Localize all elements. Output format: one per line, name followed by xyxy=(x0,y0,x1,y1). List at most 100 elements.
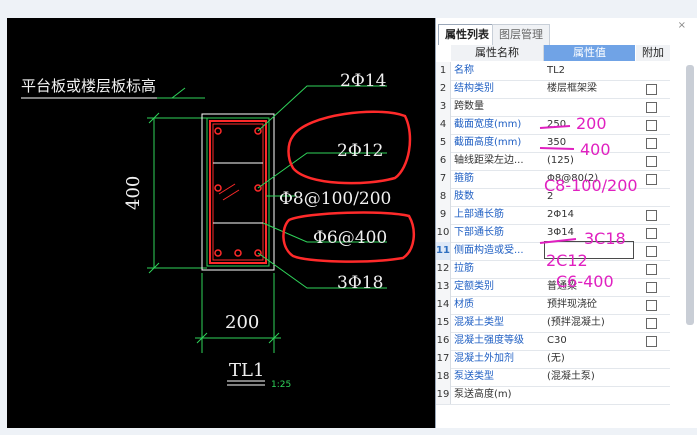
row-number: 8 xyxy=(436,188,451,206)
property-value[interactable]: 预拌现浇砼 xyxy=(547,296,633,314)
beam-name-label: TL1 xyxy=(229,360,264,381)
property-name: 材质 xyxy=(454,299,474,310)
stirrup-label: Φ8@100/200 xyxy=(279,189,391,209)
row-number: 10 xyxy=(436,224,451,242)
property-value[interactable]: (混凝土泵) xyxy=(547,368,633,386)
attach-checkbox[interactable] xyxy=(646,228,657,239)
property-name: 定额类别 xyxy=(454,281,494,292)
row-number: 16 xyxy=(436,332,451,350)
table-row[interactable]: 15 混凝土类型 (预拌混凝土) xyxy=(436,314,670,333)
row-number: 14 xyxy=(436,296,451,314)
width-dim-text: 200 xyxy=(225,312,259,333)
property-name: 混凝土类型 xyxy=(454,317,504,328)
stirrup-outer xyxy=(209,120,267,264)
row-number: 1 xyxy=(436,62,451,80)
property-name: 下部通长筋 xyxy=(454,227,504,238)
property-name: 侧面构造或受... xyxy=(454,245,524,256)
table-row[interactable]: 16 混凝土强度等级 C30 xyxy=(436,332,670,351)
attach-checkbox[interactable] xyxy=(646,102,657,113)
property-name: 上部通长筋 xyxy=(454,209,504,220)
property-name: 截面高度(mm) xyxy=(454,137,522,148)
property-name: 肢数 xyxy=(454,191,474,202)
property-name: 截面宽度(mm) xyxy=(454,119,522,130)
attach-checkbox[interactable] xyxy=(646,300,657,311)
header-attach: 附加 xyxy=(636,45,670,61)
table-row[interactable]: 19 泵送高度(m) xyxy=(436,386,670,405)
attach-checkbox[interactable] xyxy=(646,246,657,257)
stirrup-hook-2 xyxy=(222,189,240,201)
property-name: 泵送高度(m) xyxy=(454,389,512,400)
tab-property-list[interactable]: 属性列表 xyxy=(438,24,496,45)
row-number: 5 xyxy=(436,134,451,152)
property-value[interactable]: (预拌混凝土) xyxy=(547,314,633,332)
annotation-stirrup: C8-100/200 xyxy=(544,176,638,195)
slab-elev-tick xyxy=(171,87,186,99)
table-row[interactable]: 6 轴线距梁左边... (125) xyxy=(436,152,670,171)
attach-checkbox[interactable] xyxy=(646,282,657,293)
slab-elevation-label: 平台板或楼层板标高 xyxy=(21,77,156,95)
attach-checkbox[interactable] xyxy=(646,84,657,95)
property-name: 混凝土外加剂 xyxy=(454,353,514,364)
row-number: 7 xyxy=(436,170,451,188)
property-name: 泵送类型 xyxy=(454,371,494,382)
tab-layer-management[interactable]: 图层管理 xyxy=(492,24,550,45)
table-row[interactable]: 17 混凝土外加剂 (无) xyxy=(436,350,670,369)
rebar-bottom-left xyxy=(214,249,222,257)
rebar-top-left xyxy=(214,127,222,135)
attach-checkbox[interactable] xyxy=(646,318,657,329)
header-property-name: 属性名称 xyxy=(451,45,544,61)
tie-label: Φ6@400 xyxy=(313,228,387,248)
beam-cover-outline xyxy=(206,117,270,267)
annotation-tie: C6-400 xyxy=(556,272,614,291)
row-number: 13 xyxy=(436,278,451,296)
row-number: 19 xyxy=(436,386,451,404)
attach-checkbox[interactable] xyxy=(646,120,657,131)
height-dim-text: 400 xyxy=(123,176,144,210)
attach-checkbox[interactable] xyxy=(646,264,657,275)
property-value[interactable]: 楼层框架梁 xyxy=(547,80,633,98)
leader-top xyxy=(257,85,387,132)
table-row[interactable]: 2 结构类别 楼层框架梁 xyxy=(436,80,670,99)
row-number: 15 xyxy=(436,314,451,332)
table-row[interactable]: 4 截面宽度(mm) 250 xyxy=(436,116,670,135)
annotation-height: 400 xyxy=(580,140,611,159)
table-row[interactable]: 14 材质 预拌现浇砼 xyxy=(436,296,670,315)
annotation-width: 200 xyxy=(576,114,607,133)
attach-checkbox[interactable] xyxy=(646,138,657,149)
attach-checkbox[interactable] xyxy=(646,336,657,347)
header-property-value: 属性值 xyxy=(544,45,635,61)
rebar-bottom-center xyxy=(234,249,242,257)
property-name: 箍筋 xyxy=(454,173,474,184)
row-number: 4 xyxy=(436,116,451,134)
table-row[interactable]: 3 跨数量 xyxy=(436,98,670,117)
table-row[interactable]: 1 名称 TL2 xyxy=(436,62,670,81)
row-number: 17 xyxy=(436,350,451,368)
row-number: 12 xyxy=(436,260,451,278)
stirrup-inner xyxy=(212,123,264,261)
attach-checkbox[interactable] xyxy=(646,210,657,221)
rebar-mid-left xyxy=(214,184,222,192)
close-icon[interactable]: × xyxy=(678,20,686,31)
property-name: 结构类别 xyxy=(454,83,494,94)
table-row[interactable]: 13 定额类别 普通梁 xyxy=(436,278,670,297)
table-row[interactable]: 18 泵送类型 (混凝土泵) xyxy=(436,368,670,387)
attach-checkbox[interactable] xyxy=(646,174,657,185)
bottom-rebar-label: 3Φ18 xyxy=(337,273,383,293)
row-number: 11 xyxy=(436,242,451,260)
scrollbar[interactable] xyxy=(686,65,694,325)
property-value[interactable]: 2Φ14 xyxy=(547,206,633,224)
property-value[interactable]: C30 xyxy=(547,332,633,350)
property-value[interactable]: TL2 xyxy=(547,62,633,80)
properties-panel: 属性列表 图层管理 × 属性名称 属性值 附加 1 名称 TL2 2 结构类别 楼层框架梁… xyxy=(435,18,697,428)
row-number: 9 xyxy=(436,206,451,224)
property-value[interactable]: (无) xyxy=(547,350,633,368)
annotation-bottom: 3C18 xyxy=(584,229,626,248)
top-rebar-label: 2Φ14 xyxy=(340,71,386,91)
row-number: 18 xyxy=(436,368,451,386)
cad-canvas[interactable]: 平台板或楼层板标高 400 2Φ14 2Φ12 Φ8@100/200 Φ6@40… xyxy=(7,18,435,428)
table-row[interactable]: 9 上部通长筋 2Φ14 xyxy=(436,206,670,225)
table-row[interactable]: 5 截面高度(mm) 350 xyxy=(436,134,670,153)
property-name: 轴线距梁左边... xyxy=(454,155,524,166)
attach-checkbox[interactable] xyxy=(646,156,657,167)
row-number: 6 xyxy=(436,152,451,170)
